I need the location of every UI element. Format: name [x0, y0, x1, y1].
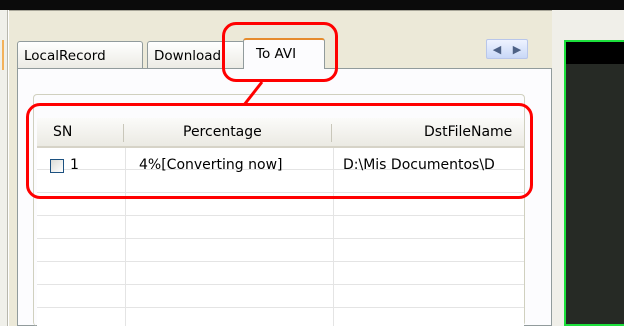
- column-header-percentage[interactable]: Percentage: [183, 118, 262, 146]
- tab-scroll-buttons: ◀ ▶: [486, 39, 528, 59]
- video-panel-header: [566, 42, 624, 64]
- table-row-empty: [37, 263, 524, 285]
- cell-sn: 1: [70, 157, 79, 173]
- table-row-empty: [37, 171, 524, 193]
- list-header: SN Percentage DstFileName: [37, 118, 524, 148]
- left-edge-accent: [2, 40, 4, 70]
- video-preview-panel[interactable]: [564, 40, 624, 326]
- table-row-empty: [37, 240, 524, 262]
- table-row-empty: [37, 194, 524, 216]
- tab-scroll-right-button[interactable]: ▶: [507, 40, 527, 58]
- cell-percentage: 4%[Converting now]: [139, 157, 283, 173]
- tab-to-avi[interactable]: To AVI: [243, 38, 325, 69]
- chevron-right-icon: ▶: [512, 42, 522, 56]
- conversion-list: SN Percentage DstFileName 1 4%[Convertin…: [37, 118, 524, 326]
- column-divider[interactable]: [331, 124, 332, 142]
- row-checkbox[interactable]: [50, 159, 64, 173]
- cell-dstfilename: D:\Mis Documentos\D: [343, 157, 495, 173]
- tab-scroll-left-button[interactable]: ◀: [487, 40, 507, 58]
- column-header-sn[interactable]: SN: [53, 118, 72, 146]
- table-row-empty: [37, 309, 524, 326]
- window-top-border: [0, 0, 624, 10]
- chevron-left-icon: ◀: [492, 42, 502, 56]
- tab-label: To AVI: [256, 46, 297, 62]
- tab-label: Download: [154, 48, 222, 64]
- table-row-empty: [37, 217, 524, 239]
- column-header-dstfilename[interactable]: DstFileName: [424, 118, 512, 146]
- table-row-empty: [37, 286, 524, 308]
- column-divider[interactable]: [123, 124, 124, 142]
- tab-localrecord[interactable]: LocalRecord: [17, 41, 143, 68]
- tab-label: LocalRecord: [24, 48, 106, 64]
- tab-download[interactable]: Download: [147, 41, 245, 68]
